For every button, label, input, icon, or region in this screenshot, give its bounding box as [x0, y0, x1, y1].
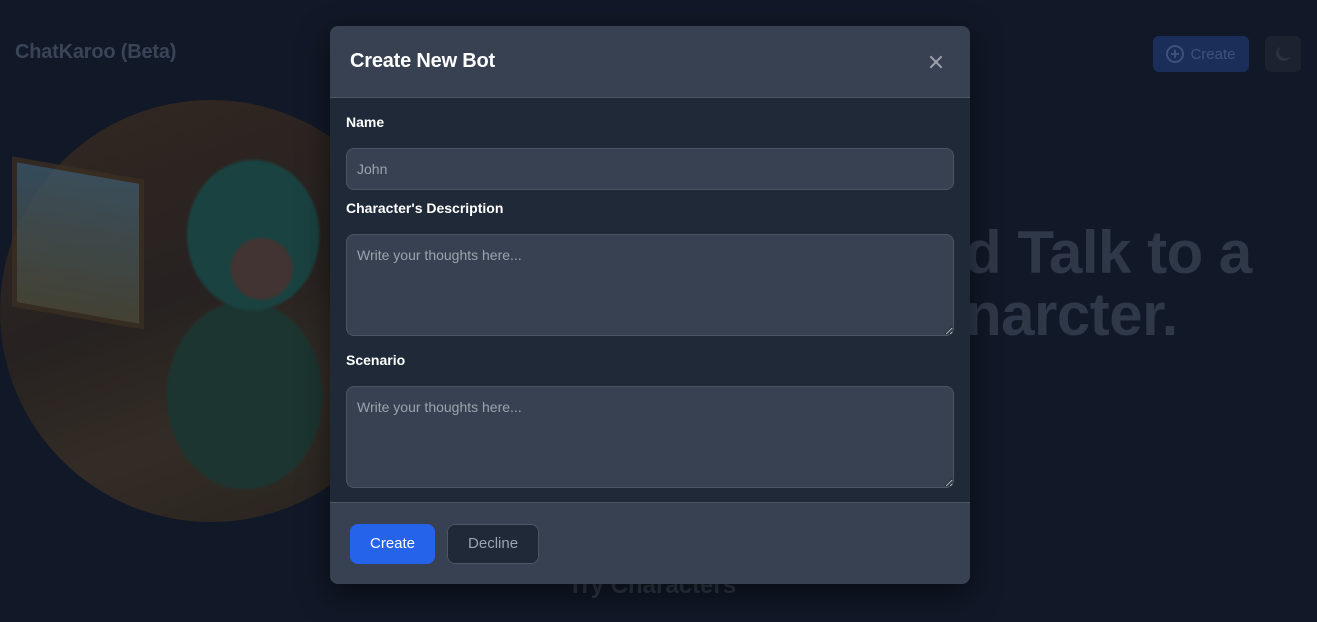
hero-heading-line1: d Talk to a: [965, 219, 1252, 286]
page: ChatKaroo (Beta) Create d Talk to a narc…: [0, 0, 1317, 622]
theme-toggle-button: [1265, 36, 1301, 72]
decline-button[interactable]: Decline: [447, 523, 540, 564]
bg-create-button: Create: [1153, 36, 1249, 72]
description-textarea[interactable]: [346, 234, 954, 336]
modal-title: Create New Bot: [350, 50, 496, 72]
bg-create-label: Create: [1190, 45, 1236, 63]
brand-title: ChatKaroo (Beta): [15, 41, 177, 63]
create-bot-modal: Create New Bot Name Character's Descript…: [330, 26, 970, 584]
create-button[interactable]: Create: [350, 523, 436, 564]
name-input[interactable]: [346, 148, 954, 190]
scenario-label: Scenario: [346, 352, 406, 368]
hero-image-painting: [12, 156, 144, 330]
plus-circle-icon: [1166, 45, 1185, 63]
hero-heading-line2: narcter.: [965, 281, 1178, 348]
name-label: Name: [346, 114, 385, 130]
moon-icon: [1276, 46, 1291, 61]
modal-body: Name Character's Description Scenario: [330, 98, 970, 488]
modal-header: Create New Bot: [330, 26, 970, 98]
scenario-textarea[interactable]: [346, 386, 954, 488]
description-label: Character's Description: [346, 200, 504, 216]
close-icon[interactable]: [922, 48, 950, 76]
modal-footer: Create Decline: [330, 502, 970, 584]
